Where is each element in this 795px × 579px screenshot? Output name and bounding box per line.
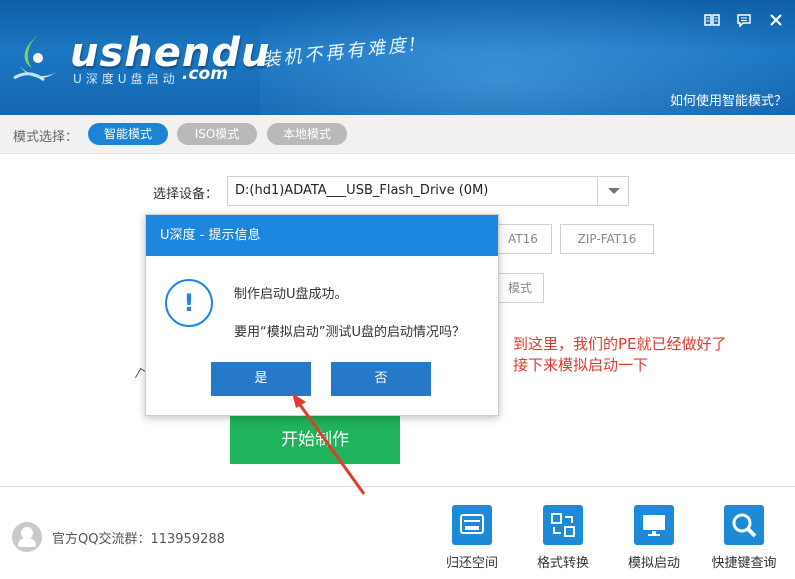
zip-fat16-button[interactable]: ZIP-FAT16 [560,224,654,254]
user-icon [12,522,42,552]
mode-label: 模式选择： [13,130,79,145]
yes-button[interactable]: 是 [211,362,311,396]
disk-icon [452,505,492,545]
search-icon [724,505,764,545]
tool-reclaim-space[interactable]: 归还空间 [432,505,512,571]
tool-shortcut-query[interactable]: 快捷键查询 [704,505,784,571]
annotation-line-1: 到这里，我们的PE就已经做好了 [513,335,727,353]
annotation-line-2: 接下来模拟启动一下 [513,356,649,374]
format-option-label: AT16 [508,232,538,246]
window-controls [703,12,785,30]
logo-subtitle: U深度U盘启动 [73,72,179,86]
boot-mode-label: 模式 [507,281,532,295]
footer-divider [0,486,795,487]
tool-simulate-boot[interactable]: 模拟启动 [614,505,694,571]
mode-iso-button[interactable]: ISO模式 [177,123,257,145]
annotation-text: 到这里，我们的PE就已经做好了 接下来模拟启动一下 [513,334,727,376]
mode-smart-button[interactable]: 智能模式 [88,123,168,145]
dialog-message-2: 要用“模拟启动”测试U盘的启动情况吗？ [234,325,465,340]
logo-icon [13,34,56,82]
tool-label: 归还空间 [445,556,498,571]
tool-label: 模拟启动 [627,556,680,571]
no-button[interactable]: 否 [331,362,431,396]
device-value: D:(hd1)ADATA___USB_Flash_Drive (0M) [235,183,489,198]
book-icon[interactable] [703,12,721,30]
mode-local-button[interactable]: 本地模式 [267,123,347,145]
close-icon[interactable] [767,12,785,30]
dialog-title: U深度 - 提示信息 [146,215,498,256]
info-icon: ! [165,279,213,327]
dialog-message-1: 制作启动U盘成功。 [234,287,348,302]
tool-label: 快捷键查询 [711,556,777,571]
convert-icon [543,505,583,545]
message-icon[interactable] [735,12,753,30]
device-select[interactable]: D:(hd1)ADATA___USB_Flash_Drive (0M) [227,176,629,206]
prompt-dialog: U深度 - 提示信息 ! 制作启动U盘成功。 要用“模拟启动”测试U盘的启动情况… [145,214,499,416]
tool-format-convert[interactable]: 格式转换 [523,505,603,571]
app-header: ushendu U深度U盘启动 .com 装机不再有难度! 如何使用智能模式？ [0,0,795,115]
help-link[interactable]: 如何使用智能模式？ [670,90,787,109]
device-label: 选择设备： [153,187,219,202]
qq-group: 官方QQ交流群：113959288 [12,522,225,552]
start-button[interactable]: 开始制作 [230,416,400,464]
tool-label: 格式转换 [536,556,589,571]
chevron-down-icon[interactable] [597,177,628,205]
qq-group-text: 官方QQ交流群：113959288 [52,531,225,547]
logo-domain: .com [182,64,228,84]
mode-bar: 模式选择： 智能模式 ISO模式 本地模式 [0,115,795,154]
monitor-icon [634,505,674,545]
